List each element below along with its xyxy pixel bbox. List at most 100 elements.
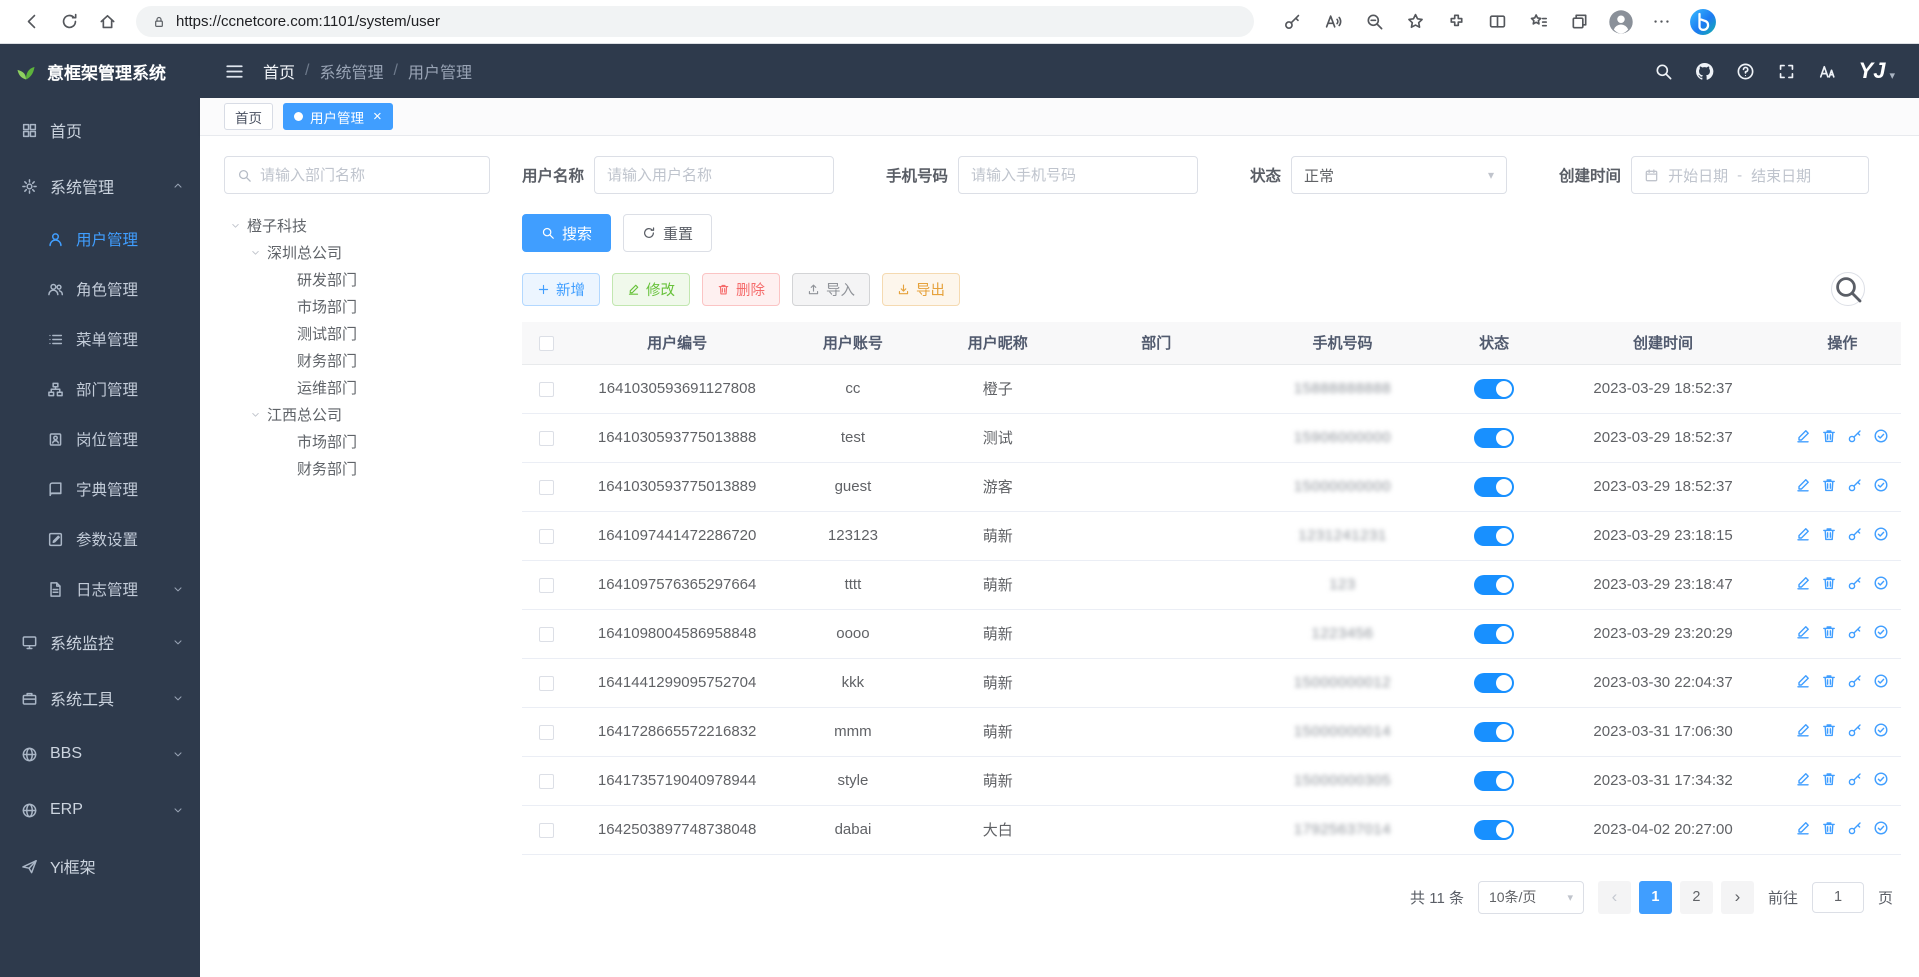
edit-row-icon[interactable] (1795, 575, 1811, 591)
extensions-icon[interactable] (1440, 5, 1473, 38)
profile-avatar-icon[interactable] (1604, 5, 1637, 38)
status-toggle[interactable] (1474, 673, 1514, 693)
search-button[interactable]: 搜索 (522, 214, 611, 252)
username-input[interactable] (594, 156, 834, 194)
reset-password-icon[interactable] (1847, 477, 1863, 493)
export-button[interactable]: 导出 (882, 273, 960, 306)
more-icon[interactable] (1645, 5, 1678, 38)
row-checkbox[interactable] (539, 627, 554, 642)
collapse-sidebar-icon[interactable] (224, 61, 245, 82)
delete-button[interactable]: 删除 (702, 273, 780, 306)
close-tab-icon[interactable]: × (373, 108, 382, 125)
assign-role-icon[interactable] (1873, 673, 1889, 689)
edit-row-icon[interactable] (1795, 624, 1811, 640)
status-toggle[interactable] (1474, 624, 1514, 644)
assign-role-icon[interactable] (1873, 575, 1889, 591)
reset-password-icon[interactable] (1847, 673, 1863, 689)
user-logo[interactable]: YJ ▾ (1859, 58, 1895, 84)
split-screen-icon[interactable] (1481, 5, 1514, 38)
favorites-bar-icon[interactable] (1522, 5, 1555, 38)
github-icon[interactable] (1695, 62, 1714, 81)
sidebar-item-yi-framework[interactable]: Yi框架 (0, 838, 200, 894)
tab-home[interactable]: 首页 (224, 103, 273, 130)
delete-row-icon[interactable] (1821, 624, 1837, 640)
edit-row-icon[interactable] (1795, 526, 1811, 542)
row-checkbox[interactable] (539, 431, 554, 446)
assign-role-icon[interactable] (1873, 428, 1889, 444)
font-size-icon[interactable] (1818, 62, 1837, 81)
assign-role-icon[interactable] (1873, 771, 1889, 787)
delete-row-icon[interactable] (1821, 575, 1837, 591)
row-checkbox[interactable] (539, 529, 554, 544)
sidebar-item-system-tools[interactable]: 系统工具 (0, 670, 200, 726)
next-page-button[interactable]: › (1721, 881, 1754, 914)
sidebar-item-department-management[interactable]: 部门管理 (0, 364, 200, 414)
favorite-add-icon[interactable] (1399, 5, 1432, 38)
add-button[interactable]: 新增 (522, 273, 600, 306)
edit-row-icon[interactable] (1795, 820, 1811, 836)
read-aloud-icon[interactable] (1317, 5, 1350, 38)
tree-node[interactable]: 财务部门 (224, 455, 490, 482)
import-button[interactable]: 导入 (792, 273, 870, 306)
reset-password-icon[interactable] (1847, 428, 1863, 444)
tree-node[interactable]: 市场部门 (224, 293, 490, 320)
status-toggle[interactable] (1474, 477, 1514, 497)
reset-password-icon[interactable] (1847, 820, 1863, 836)
modify-button[interactable]: 修改 (612, 273, 690, 306)
edit-row-icon[interactable] (1795, 477, 1811, 493)
select-all-checkbox[interactable] (539, 336, 554, 351)
sidebar-item-bbs[interactable]: BBS (0, 726, 200, 782)
status-toggle[interactable] (1474, 526, 1514, 546)
tree-node[interactable]: 测试部门 (224, 320, 490, 347)
expand-caret-icon[interactable] (230, 220, 241, 231)
reset-password-icon[interactable] (1847, 624, 1863, 640)
page-size-select[interactable]: 10条/页 ▾ (1478, 881, 1584, 914)
sidebar-item-user-management[interactable]: 用户管理 (0, 214, 200, 264)
sidebar-item-system-management[interactable]: 系统管理 (0, 158, 200, 214)
tree-node[interactable]: 市场部门 (224, 428, 490, 455)
reset-password-icon[interactable] (1847, 526, 1863, 542)
status-toggle[interactable] (1474, 428, 1514, 448)
assign-role-icon[interactable] (1873, 722, 1889, 738)
back-icon[interactable] (14, 5, 48, 39)
page-1-button[interactable]: 1 (1639, 881, 1672, 914)
breadcrumb-item[interactable]: 首页 (263, 59, 295, 83)
address-bar[interactable]: https://ccnetcore.com:1101/system/user (136, 6, 1254, 37)
delete-row-icon[interactable] (1821, 477, 1837, 493)
sidebar-item-role-management[interactable]: 角色管理 (0, 264, 200, 314)
sidebar-item-erp[interactable]: ERP (0, 782, 200, 838)
tree-node[interactable]: 财务部门 (224, 347, 490, 374)
department-search-input[interactable] (260, 167, 477, 184)
delete-row-icon[interactable] (1821, 526, 1837, 542)
app-logo[interactable]: 意框架管理系统 (0, 44, 200, 98)
assign-role-icon[interactable] (1873, 624, 1889, 640)
refresh-icon[interactable] (52, 5, 86, 39)
copilot-icon[interactable] (1686, 5, 1719, 38)
assign-role-icon[interactable] (1873, 477, 1889, 493)
collections-icon[interactable] (1563, 5, 1596, 38)
key-icon[interactable] (1276, 5, 1309, 38)
tab-user-management[interactable]: 用户管理× (283, 103, 393, 130)
prev-page-button[interactable]: ‹ (1598, 881, 1631, 914)
fullscreen-icon[interactable] (1777, 62, 1796, 81)
tree-node[interactable]: 研发部门 (224, 266, 490, 293)
row-checkbox[interactable] (539, 823, 554, 838)
phone-input[interactable] (958, 156, 1198, 194)
expand-caret-icon[interactable] (250, 409, 261, 420)
sidebar-item-menu-management[interactable]: 菜单管理 (0, 314, 200, 364)
status-select[interactable]: 正常 ▾ (1291, 156, 1507, 194)
row-checkbox[interactable] (539, 480, 554, 495)
zoom-out-icon[interactable] (1358, 5, 1391, 38)
date-range-picker[interactable]: 开始日期 - 结束日期 (1631, 156, 1869, 194)
sidebar-item-param-settings[interactable]: 参数设置 (0, 514, 200, 564)
row-checkbox[interactable] (539, 725, 554, 740)
sidebar-item-system-monitor[interactable]: 系统监控 (0, 614, 200, 670)
row-checkbox[interactable] (539, 676, 554, 691)
reset-button[interactable]: 重置 (623, 214, 712, 252)
goto-page-input[interactable] (1812, 882, 1864, 913)
expand-caret-icon[interactable] (250, 247, 261, 258)
edit-row-icon[interactable] (1795, 771, 1811, 787)
status-toggle[interactable] (1474, 820, 1514, 840)
delete-row-icon[interactable] (1821, 673, 1837, 689)
help-icon[interactable] (1736, 62, 1755, 81)
